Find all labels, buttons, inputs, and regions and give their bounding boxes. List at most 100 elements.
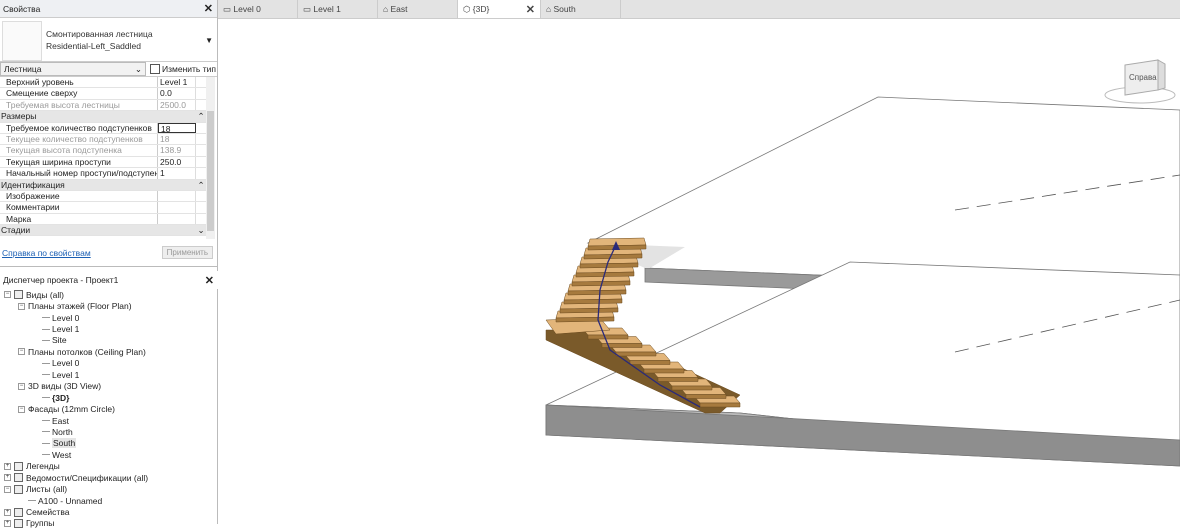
scrollbar[interactable] xyxy=(206,77,215,239)
tree-item[interactable]: Level 0 xyxy=(0,358,218,369)
chevron-down-icon[interactable]: ▼ xyxy=(205,36,213,45)
property-value[interactable]: 250.0 xyxy=(158,156,196,168)
properties-help-link[interactable]: Справка по свойствам xyxy=(2,248,91,258)
property-name: Текущая ширина проступи xyxy=(0,156,158,168)
expand-icon[interactable]: + xyxy=(4,474,11,482)
group-label: Стадии xyxy=(1,225,31,236)
3d-viewport[interactable]: Справа xyxy=(218,19,1180,524)
property-row[interactable]: Требуемая высота лестницы 2500.0 xyxy=(0,99,207,112)
tab-level-0[interactable]: ▭ Level 0 xyxy=(218,0,298,18)
property-value[interactable] xyxy=(158,202,196,213)
property-value[interactable]: 1 xyxy=(158,168,196,179)
property-value[interactable] xyxy=(158,213,196,225)
close-icon[interactable]: ✕ xyxy=(204,2,213,15)
tree-item[interactable]: {3D} xyxy=(0,392,218,403)
property-value: 18 xyxy=(158,133,196,145)
property-row[interactable]: Требуемое количество подступенков 18 xyxy=(0,122,207,134)
viewcube[interactable]: Справа xyxy=(1104,59,1176,104)
tree-item-label: Ведомости/Спецификации (all) xyxy=(26,472,149,483)
tree-item[interactable]: + Ведомости/Спецификации (all) xyxy=(0,472,218,483)
tree-item[interactable]: − Листы (all) xyxy=(0,483,218,494)
properties-title: Свойства xyxy=(3,3,41,14)
stair-riser xyxy=(587,334,629,340)
stair-riser xyxy=(563,298,623,305)
property-row[interactable]: Изображение xyxy=(0,190,207,203)
tree-item[interactable]: West xyxy=(0,449,218,460)
property-row[interactable]: Начальный номер проступи/подступенка 1 xyxy=(0,168,207,180)
expand-icon[interactable]: + xyxy=(4,508,11,516)
property-value: 138.9 xyxy=(158,145,196,156)
tree-item[interactable]: Level 1 xyxy=(0,323,218,334)
type-selector[interactable]: Смонтированная лестница Residential-Left_… xyxy=(0,18,217,62)
collapse-icon[interactable]: − xyxy=(18,302,25,310)
stair-riser xyxy=(555,316,615,323)
stair-riser xyxy=(583,253,643,260)
tree-item[interactable]: Site xyxy=(0,335,218,346)
tree-item[interactable]: + Легенды xyxy=(0,461,218,472)
property-value[interactable]: 0.0 xyxy=(158,88,196,99)
collapse-icon[interactable]: − xyxy=(4,291,11,299)
property-row[interactable]: Комментарии xyxy=(0,202,207,214)
tree-item-label: Планы этажей (Floor Plan) xyxy=(28,301,132,312)
collapse-icon[interactable]: − xyxy=(4,485,11,493)
tree-item-label: Site xyxy=(52,335,67,346)
property-row[interactable]: Текущая ширина проступи 250.0 xyxy=(0,156,207,169)
close-icon[interactable]: ✕ xyxy=(526,3,535,16)
properties-header: Свойства ✕ xyxy=(0,0,217,18)
apply-button[interactable]: Применить xyxy=(161,246,213,259)
collapse-icon[interactable]: − xyxy=(18,405,25,413)
stair-riser xyxy=(699,402,741,408)
tree-item-label: {3D} xyxy=(52,392,70,403)
stair-riser xyxy=(615,351,657,357)
tree-item-label: West xyxy=(52,449,72,460)
chevron-down-icon: ⌄ xyxy=(134,63,142,74)
tree-item-label: Группы xyxy=(26,518,55,529)
property-value[interactable]: 18 xyxy=(158,122,196,134)
property-name: Требуемая высота лестницы xyxy=(0,99,158,111)
tree-item[interactable]: East xyxy=(0,415,218,426)
tree-item-label: Виды (all) xyxy=(26,289,65,300)
type-thumbnail xyxy=(2,20,42,61)
tree-item-label: South xyxy=(52,438,77,449)
expand-icon[interactable]: + xyxy=(4,519,11,527)
legend-icon xyxy=(14,461,23,471)
property-row[interactable]: Марка xyxy=(0,213,207,226)
project-tree: − Виды (all) − Планы этажей (Floor Plan) Lev… xyxy=(0,289,218,529)
property-name: Текущая высота подступенка xyxy=(0,145,158,156)
property-value[interactable] xyxy=(158,190,196,202)
property-row[interactable]: Текущее количество подступенков 18 xyxy=(0,133,207,146)
tree-item[interactable]: South xyxy=(0,438,218,449)
property-row[interactable]: Текущая высота подступенка 138.9 xyxy=(0,145,207,157)
edit-type-button[interactable]: Изменить тип xyxy=(150,64,216,74)
tree-item[interactable]: − Планы этажей (Floor Plan) xyxy=(0,300,218,311)
tab-level-1[interactable]: ▭ Level 1 xyxy=(298,0,378,18)
property-group[interactable]: Идентификация ⌃ xyxy=(0,179,207,191)
property-row[interactable]: Смещение сверху 0.0 xyxy=(0,88,207,100)
tree-item[interactable]: + Семейства xyxy=(0,506,218,517)
stair-riser xyxy=(657,377,699,382)
collapse-icon[interactable]: − xyxy=(18,348,25,356)
tab-3d[interactable]: ⬡ {3D} ✕ xyxy=(458,0,541,18)
tree-item[interactable]: North xyxy=(0,426,218,437)
property-group[interactable]: Размеры ⌃ xyxy=(0,111,207,123)
tree-item[interactable]: − Фасады (12mm Circle) xyxy=(0,403,218,414)
views-icon xyxy=(14,290,23,300)
tree-item[interactable]: − Планы потолков (Ceiling Plan) xyxy=(0,346,218,357)
tab-east[interactable]: ⌂ East xyxy=(378,0,458,18)
tree-item[interactable]: A100 - Unnamed xyxy=(0,495,218,506)
group-label: Идентификация xyxy=(1,179,65,190)
tree-item[interactable]: + Группы xyxy=(0,518,218,529)
tree-item[interactable]: Level 1 xyxy=(0,369,218,380)
edit-type-label: Изменить тип xyxy=(162,64,216,74)
tree-item[interactable]: −3D виды (3D View) xyxy=(0,381,218,392)
category-dropdown[interactable]: Лестница ⌄ xyxy=(0,62,146,76)
collapse-icon[interactable]: − xyxy=(18,382,25,390)
property-group[interactable]: Стадии ⌄ xyxy=(0,225,207,237)
expand-icon[interactable]: + xyxy=(4,462,11,470)
tab-south[interactable]: ⌂ South xyxy=(541,0,621,18)
tree-item[interactable]: − Виды (all) xyxy=(0,289,218,300)
tree-item[interactable]: Level 0 xyxy=(0,312,218,323)
property-value[interactable]: Level 1 xyxy=(158,77,196,88)
property-row[interactable]: Верхний уровень Level 1 xyxy=(0,77,207,89)
close-icon[interactable]: ✕ xyxy=(205,274,214,287)
